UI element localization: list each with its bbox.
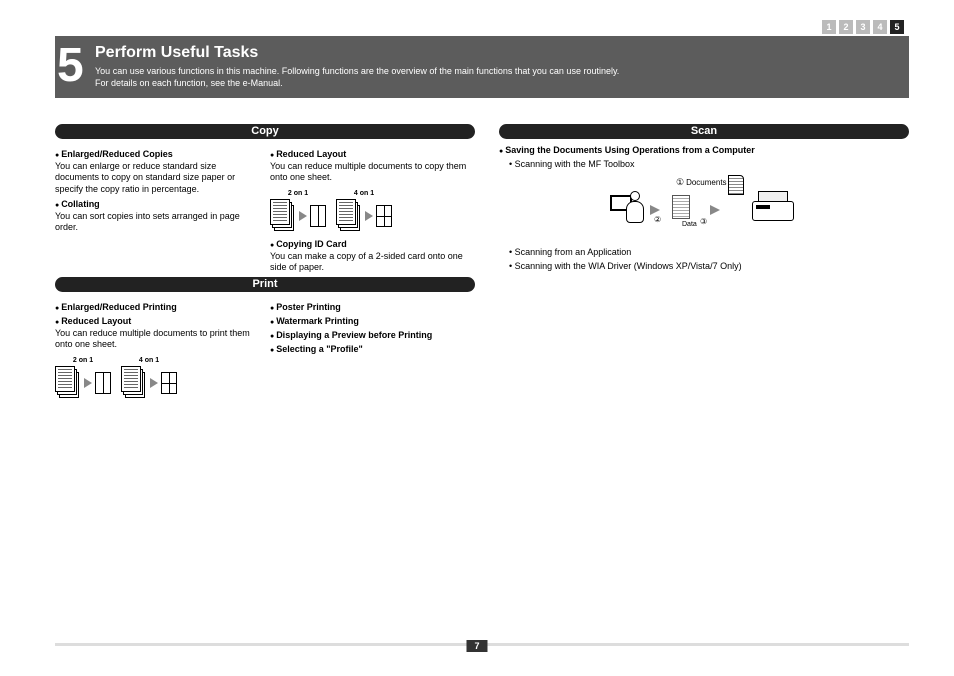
copy-collating-desc: You can sort copies into sets arranged i… — [55, 211, 260, 234]
section-copy-heading: Copy — [55, 124, 475, 139]
print-2on1-label: 2 on 1 — [55, 357, 111, 364]
content-area: Copy Enlarged/Reduced Copies You can enl… — [55, 120, 909, 402]
arrow-icon — [84, 378, 92, 388]
print-poster: Poster Printing — [270, 302, 475, 312]
page-subtitle-2: For details on each function, see the e-… — [95, 78, 899, 90]
print-reduced-layout: Reduced Layout — [55, 316, 260, 326]
nav-step-1: 1 — [822, 20, 836, 34]
print-reduced-layout-desc: You can reduce multiple documents to pri… — [55, 328, 260, 351]
step-2-icon: ② — [654, 215, 661, 224]
copy-layout-diagram: 2 on 1 4 on 1 — [270, 190, 475, 235]
nav-step-3: 3 — [856, 20, 870, 34]
page-title: Perform Useful Tasks — [95, 44, 899, 62]
sheet-4on1-icon — [161, 372, 177, 394]
print-enlarged-reduced: Enlarged/Reduced Printing — [55, 302, 260, 312]
print-layout-diagram: 2 on 1 4 on 1 — [55, 357, 260, 402]
scan-diagram: Documents ② Data ③ — [604, 177, 804, 237]
sheet-2on1-icon — [310, 205, 326, 227]
print-preview: Displaying a Preview before Printing — [270, 330, 475, 340]
arrow-icon — [650, 205, 660, 215]
copy-collating: Collating — [55, 199, 260, 209]
document-icon — [728, 175, 744, 195]
print-profile: Selecting a "Profile" — [270, 344, 475, 354]
print-watermark: Watermark Printing — [270, 316, 475, 326]
arrow-icon — [710, 205, 720, 215]
arrow-icon — [365, 211, 373, 221]
arrow-icon — [150, 378, 158, 388]
data-icon — [672, 195, 690, 219]
scan-mf-toolbox: Scanning with the MF Toolbox — [509, 159, 909, 169]
person-computer-icon — [604, 191, 644, 231]
copy-2on1-label: 2 on 1 — [270, 190, 326, 197]
scan-wia-driver: Scanning with the WIA Driver (Windows XP… — [509, 261, 909, 271]
nav-step-5: 5 — [890, 20, 904, 34]
step-3-icon: ③ — [700, 217, 707, 226]
sheet-2on1-icon — [95, 372, 111, 394]
copy-enlarged-reduced-desc: You can enlarge or reduce standard size … — [55, 161, 260, 195]
diagram-data-label: Data — [682, 221, 697, 228]
page-subtitle-1: You can use various functions in this ma… — [95, 66, 899, 78]
step-nav: 1 2 3 4 5 — [822, 20, 904, 34]
scan-save-computer: Saving the Documents Using Operations fr… — [499, 145, 909, 155]
sheet-4on1-icon — [376, 205, 392, 227]
printer-icon — [752, 191, 794, 221]
copy-4on1-label: 4 on 1 — [336, 190, 392, 197]
diagram-documents-label: Documents — [676, 177, 727, 188]
arrow-icon — [299, 211, 307, 221]
page-number: 7 — [466, 640, 487, 652]
copy-reduced-layout: Reduced Layout — [270, 149, 475, 159]
copy-enlarged-reduced: Enlarged/Reduced Copies — [55, 149, 260, 159]
copy-reduced-layout-desc: You can reduce multiple documents to cop… — [270, 161, 475, 184]
chapter-number: 5 — [57, 42, 84, 90]
print-4on1-label: 4 on 1 — [121, 357, 177, 364]
copy-id-card: Copying ID Card — [270, 239, 475, 249]
section-print-heading: Print — [55, 277, 475, 292]
nav-step-2: 2 — [839, 20, 853, 34]
section-scan-heading: Scan — [499, 124, 909, 139]
scan-application: Scanning from an Application — [509, 247, 909, 257]
copy-id-card-desc: You can make a copy of a 2-sided card on… — [270, 251, 475, 274]
nav-step-4: 4 — [873, 20, 887, 34]
chapter-header: 5 Perform Useful Tasks You can use vario… — [55, 36, 909, 98]
